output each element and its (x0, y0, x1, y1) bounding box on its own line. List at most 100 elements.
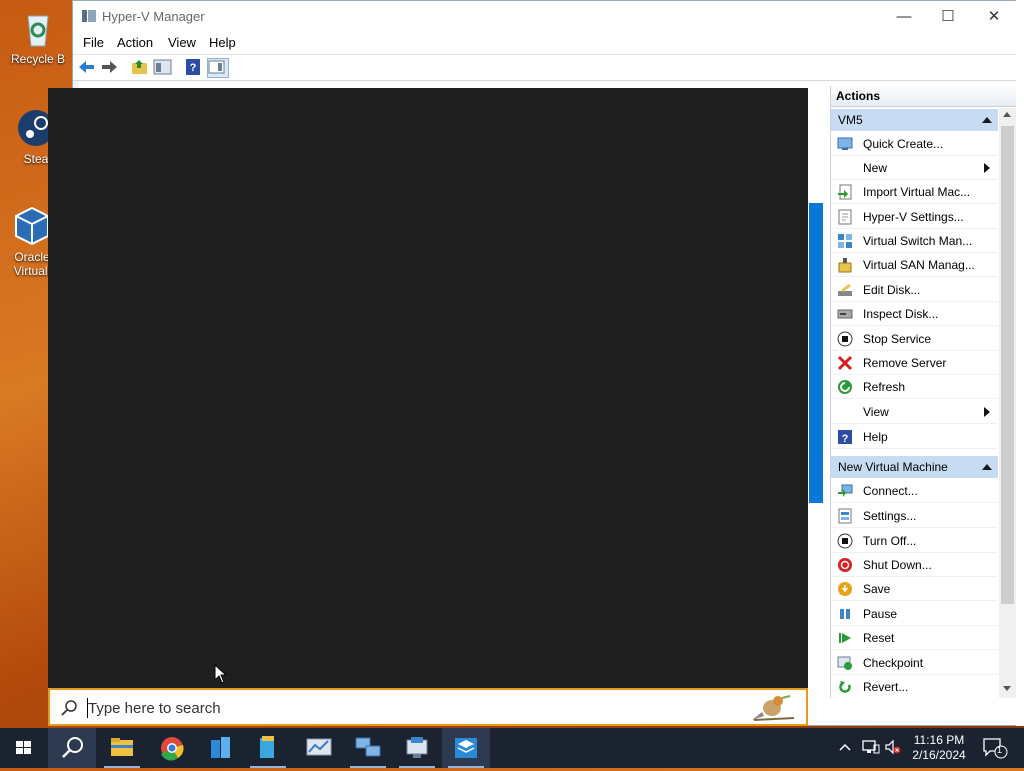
action-center-icon[interactable]: 1 (982, 736, 1008, 763)
search-highlight-bird-icon (750, 692, 798, 727)
group-header-vm5[interactable]: VM5 (831, 109, 998, 131)
action-inspect-disk[interactable]: Inspect Disk... (831, 302, 998, 326)
quick-create-icon (837, 136, 853, 152)
menu-help[interactable]: Help (209, 35, 236, 50)
taskbar-search-box[interactable]: Type here to search (48, 688, 808, 726)
scroll-down-arrow-icon[interactable] (1003, 686, 1011, 691)
start-search-panel (48, 88, 808, 688)
scrollbar-thumb[interactable] (1001, 126, 1014, 604)
collapse-arrow-icon[interactable] (982, 464, 992, 470)
menu-file[interactable]: File (83, 35, 104, 50)
svg-text:?: ? (190, 62, 197, 74)
show-hide-tree-icon[interactable] (153, 58, 173, 76)
toolbar: ? (73, 55, 1023, 81)
action-pause[interactable]: Pause (831, 602, 998, 626)
action-virtual-san-manager[interactable]: Virtual SAN Manag... (831, 253, 998, 277)
close-button[interactable]: ✕ (971, 1, 1017, 32)
desktop-icon-recycle-bin[interactable]: Recycle B (2, 8, 74, 66)
collapse-arrow-icon[interactable] (982, 117, 992, 123)
actions-header: Actions (831, 86, 1024, 107)
action-reset[interactable]: Reset (831, 626, 998, 650)
action-revert[interactable]: Revert... (831, 675, 998, 698)
server-manager-icon[interactable] (244, 728, 292, 768)
azure-stack-icon[interactable] (197, 728, 245, 768)
revert-icon (837, 679, 853, 695)
network-icon[interactable] (344, 728, 392, 768)
edit-disk-icon (837, 282, 853, 298)
performance-monitor-icon[interactable] (295, 728, 343, 768)
search-button[interactable] (48, 728, 96, 768)
actions-scrollbar[interactable] (999, 108, 1016, 698)
action-hyper-v-settings[interactable]: Hyper-V Settings... (831, 205, 998, 229)
network-tray-icon[interactable] (862, 739, 880, 758)
action-shut-down[interactable]: Shut Down... (831, 553, 998, 577)
back-icon[interactable] (77, 58, 97, 76)
action-quick-create[interactable]: Quick Create... (831, 132, 998, 156)
search-icon (60, 699, 78, 720)
group-title: VM5 (838, 113, 863, 127)
submenu-arrow-icon (984, 407, 990, 417)
hyper-v-icon[interactable] (393, 728, 441, 768)
stop-icon (837, 331, 853, 347)
volume-muted-icon[interactable] (884, 739, 902, 758)
action-new[interactable]: New (831, 156, 998, 180)
title-bar[interactable]: Hyper-V Manager — ☐ ✕ (73, 1, 1023, 32)
action-connect[interactable]: Connect... (831, 479, 998, 503)
action-refresh[interactable]: Refresh (831, 375, 998, 399)
action-edit-disk[interactable]: Edit Disk... (831, 278, 998, 302)
group-title: New Virtual Machine (838, 460, 948, 474)
action-save[interactable]: Save (831, 577, 998, 601)
inspect-disk-icon (837, 306, 853, 322)
reset-icon (837, 630, 853, 646)
clock[interactable]: 11:16 PM 2/16/2024 (906, 733, 972, 763)
refresh-icon (837, 379, 853, 395)
turn-off-icon (837, 533, 853, 549)
actions-pane: Actions VM5 Quick Create... New Import V… (830, 86, 1024, 698)
menu-action[interactable]: Action (117, 35, 153, 50)
action-view[interactable]: View (831, 400, 998, 424)
action-remove-server[interactable]: Remove Server (831, 351, 998, 375)
notification-count: 1 (997, 745, 1003, 755)
start-button[interactable] (0, 728, 48, 768)
help-icon[interactable]: ? (183, 58, 203, 76)
action-turn-off[interactable]: Turn Off... (831, 529, 998, 553)
app-icon (81, 8, 97, 24)
switch-icon (837, 233, 853, 249)
tray-overflow-chevron-icon[interactable] (838, 740, 852, 757)
svg-text:?: ? (842, 433, 849, 445)
minimize-button[interactable]: — (881, 1, 927, 32)
maximize-button[interactable]: ☐ (925, 1, 971, 32)
show-hide-action-pane-icon[interactable] (207, 58, 229, 78)
file-explorer-icon[interactable] (98, 728, 146, 768)
mouse-cursor-icon (214, 663, 228, 687)
virtualbox-icon (12, 206, 52, 246)
search-placeholder: Type here to search (88, 700, 221, 717)
action-settings[interactable]: Settings... (831, 504, 998, 528)
chrome-icon[interactable] (148, 728, 196, 768)
group-header-new-virtual-machine[interactable]: New Virtual Machine (831, 456, 998, 478)
forward-icon[interactable] (99, 58, 119, 76)
import-icon (837, 184, 853, 200)
action-virtual-switch-manager[interactable]: Virtual Switch Man... (831, 229, 998, 253)
recycle-bin-icon (18, 8, 58, 48)
up-folder-icon[interactable] (130, 58, 150, 76)
desktop-icon-label: Recycle B (10, 52, 66, 66)
vm-list-selection-edge (809, 203, 823, 503)
settings-icon (837, 508, 853, 524)
remove-x-icon (837, 355, 853, 371)
connect-icon (837, 483, 853, 499)
menu-bar: File Action View Help (73, 32, 1023, 55)
taskbar: 1 (0, 728, 1024, 768)
virtualbox-icon[interactable] (442, 728, 490, 768)
action-import-virtual-machine[interactable]: Import Virtual Mac... (831, 180, 998, 204)
scroll-up-arrow-icon[interactable] (1003, 112, 1011, 117)
background-window-edge (1016, 0, 1024, 726)
submenu-arrow-icon (984, 163, 990, 173)
checkpoint-icon (837, 655, 853, 671)
clock-time: 11:16 PM (913, 733, 965, 747)
action-stop-service[interactable]: Stop Service (831, 327, 998, 351)
menu-view[interactable]: View (168, 35, 196, 50)
action-help[interactable]: ? Help (831, 425, 998, 449)
action-checkpoint[interactable]: Checkpoint (831, 651, 998, 675)
help-icon: ? (837, 429, 853, 445)
